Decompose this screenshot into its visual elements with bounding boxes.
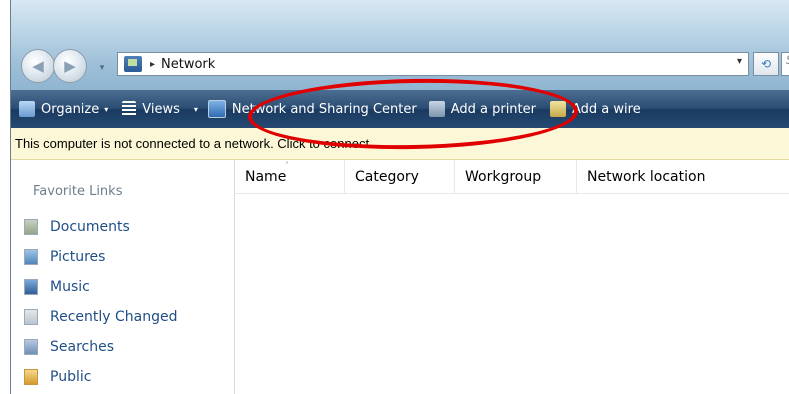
- sidebar-item-documents[interactable]: Documents: [24, 216, 130, 238]
- network-center-icon: [207, 100, 226, 118]
- sidebar-item-public[interactable]: Public: [24, 366, 91, 388]
- add-wireless-device-button[interactable]: Add a wire: [550, 101, 641, 117]
- add-printer-button[interactable]: Add a printer: [428, 101, 536, 117]
- printer-icon: [428, 101, 445, 117]
- documents-icon: [24, 219, 38, 235]
- add-printer-label: Add a printer: [450, 101, 536, 117]
- sidebar-item-label: Pictures: [50, 249, 106, 265]
- views-icon: [122, 101, 137, 117]
- organize-button[interactable]: Organize ▾: [19, 101, 108, 117]
- command-toolbar: Organize ▾ Views ▾ Network and Sharing C…: [11, 90, 789, 128]
- music-icon: [24, 279, 38, 295]
- sidebar-item-music[interactable]: Music: [24, 276, 90, 298]
- sidebar-item-recently-changed[interactable]: Recently Changed: [24, 306, 178, 328]
- explorer-window: ◀ ▶ ▾ ▸ Network ▾ ⟲ S Organize ▾ Views ▾…: [10, 0, 789, 394]
- sidebar-item-pictures[interactable]: Pictures: [24, 246, 105, 268]
- network-sharing-center-button[interactable]: Network and Sharing Center: [207, 100, 417, 118]
- searches-icon: [24, 339, 38, 355]
- column-header-name[interactable]: Name ˄: [235, 160, 345, 194]
- recent-pages-dropdown[interactable]: ▾: [92, 60, 112, 76]
- favorite-links-heading: Favorite Links: [33, 184, 123, 199]
- title-bar: ◀ ▶ ▾ ▸ Network ▾ ⟲ S: [11, 0, 789, 90]
- column-header-category[interactable]: Category: [345, 160, 455, 194]
- recently-changed-icon: [24, 309, 38, 325]
- sidebar-item-label: Recently Changed: [50, 309, 178, 325]
- forward-button[interactable]: ▶: [53, 49, 87, 83]
- back-arrow-icon: ◀: [32, 57, 44, 75]
- search-input[interactable]: S: [781, 52, 789, 76]
- chevron-down-icon: ▾: [193, 104, 198, 114]
- breadcrumb-network[interactable]: Network: [161, 57, 215, 72]
- sidebar-item-label: Music: [50, 279, 90, 295]
- network-icon: [124, 56, 142, 72]
- column-header-workgroup[interactable]: Workgroup: [455, 160, 577, 194]
- folder-icon: [24, 369, 38, 385]
- address-dropdown-icon[interactable]: ▾: [737, 56, 742, 67]
- chevron-down-icon: ▾: [99, 63, 105, 73]
- information-bar[interactable]: This computer is not connected to a netw…: [11, 128, 789, 160]
- views-button[interactable]: Views ▾: [122, 101, 198, 117]
- sidebar-item-label: Public: [50, 369, 92, 385]
- refresh-icon: ⟲: [760, 57, 772, 71]
- wireless-device-icon: [550, 101, 566, 117]
- sidebar-item-searches[interactable]: Searches: [24, 336, 114, 358]
- add-wireless-label: Add a wire: [572, 101, 641, 117]
- chevron-down-icon: ▾: [104, 104, 109, 114]
- breadcrumb-separator-icon[interactable]: ▸: [150, 59, 155, 70]
- back-button[interactable]: ◀: [21, 49, 55, 83]
- sidebar-item-label: Searches: [50, 339, 115, 355]
- column-header-row: Name ˄ Category Workgroup Network locati…: [235, 160, 789, 194]
- address-bar[interactable]: ▸ Network ▾: [117, 52, 749, 76]
- organize-icon: [19, 101, 35, 117]
- refresh-button[interactable]: ⟲: [753, 52, 779, 76]
- network-center-label: Network and Sharing Center: [231, 101, 417, 117]
- file-list-pane[interactable]: Name ˄ Category Workgroup Network locati…: [235, 160, 789, 394]
- navigation-pane: Favorite Links Documents Pictures Music …: [11, 160, 235, 394]
- organize-label: Organize: [41, 101, 100, 117]
- column-name-label: Name: [245, 169, 287, 185]
- sidebar-item-label: Documents: [50, 219, 130, 235]
- views-label: Views: [142, 101, 180, 117]
- sort-ascending-icon: ˄: [285, 161, 289, 170]
- pictures-icon: [24, 249, 38, 265]
- column-header-network-location[interactable]: Network location: [577, 160, 789, 194]
- forward-arrow-icon: ▶: [64, 57, 76, 75]
